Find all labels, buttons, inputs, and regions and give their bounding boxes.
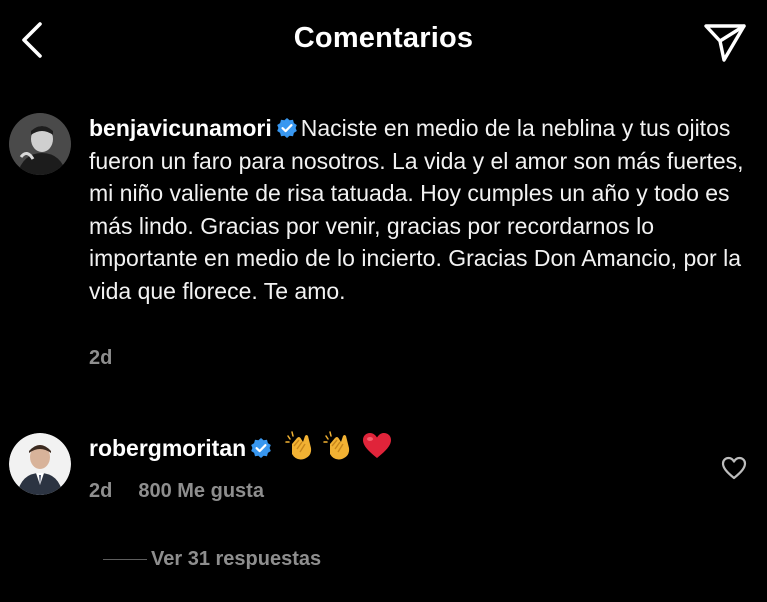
caption-username[interactable]: benjavicunamori [89,115,272,141]
profile-photo-icon [9,113,71,175]
comment-username[interactable]: robergmoritan [89,435,246,461]
avatar[interactable] [9,113,71,175]
comment-row: robergmoritan [89,430,393,464]
comment-meta: 2d 800 Me gusta [89,480,264,503]
view-replies-label: Ver 31 respuestas [151,548,322,570]
clapping-hands-emoji [285,431,312,460]
verified-badge-icon [276,118,297,138]
red-heart-emoji [363,433,392,458]
view-replies-button[interactable]: Ver 31 respuestas [103,548,321,571]
page-title: Comentarios [293,22,474,54]
share-button[interactable] [700,20,750,66]
top-bar: Comentarios [0,0,767,84]
comment-timestamp: 2d [89,480,113,502]
comments-screen: Comentarios benjavicunamori Naciste en m… [0,0,767,602]
like-comment-button[interactable] [720,454,748,482]
verified-badge-icon [251,438,271,458]
replies-divider [103,559,147,560]
profile-photo-icon [9,433,71,495]
clapping-hands-emoji [323,431,350,460]
heart-outline-icon [721,456,747,480]
caption-body: Naciste en medio de la neblina y tus oji… [89,115,744,304]
caption-text-block: benjavicunamori Naciste en medio de la n… [89,112,749,307]
avatar[interactable] [9,433,71,495]
caption-timestamp: 2d [89,347,113,369]
comment-likes-count[interactable]: 800 Me gusta [138,480,264,502]
paper-plane-icon [704,24,746,62]
